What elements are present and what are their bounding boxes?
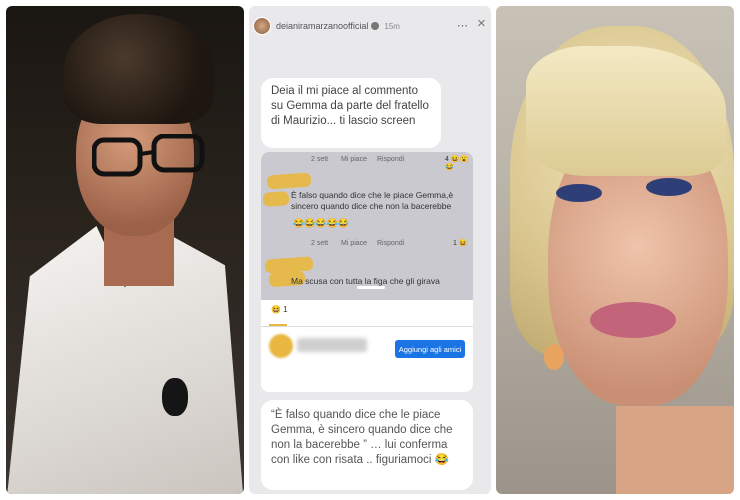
neck xyxy=(616,406,734,494)
glasses-icon xyxy=(92,134,205,177)
story-header: deianiramarzanoofficial 15m xyxy=(249,6,491,46)
scroll-indicator[interactable] xyxy=(357,286,385,289)
comment-time: 2 sett xyxy=(311,240,329,247)
comment-text: È falso quando dice che le piace Gemma,è… xyxy=(291,190,454,211)
story-time: 15m xyxy=(384,21,400,31)
lips xyxy=(590,302,676,338)
add-friend-button[interactable]: Aggiungi agli amici xyxy=(395,340,465,358)
like-link[interactable]: Mi piace xyxy=(341,156,367,163)
reaction-badge: 4 😆😮😂 xyxy=(445,156,469,171)
blurred-avatar xyxy=(269,334,293,358)
reaction-count: 😆 1 xyxy=(271,305,288,314)
bangs xyxy=(526,46,726,176)
laugh-emojis: 😂😂😂😂😂 xyxy=(293,218,350,228)
story-caption-bottom: “È falso quando dice che le piace Gemma,… xyxy=(261,400,473,490)
reply-link[interactable]: Rispondi xyxy=(377,156,404,163)
comment-screenshot: 2 sett Mi piace Rispondi 4 😆😮😂 È falso q… xyxy=(261,152,473,392)
redaction-scribble xyxy=(262,191,290,207)
microphone-icon xyxy=(162,378,188,416)
divider xyxy=(261,326,473,327)
microphone-icon xyxy=(544,344,564,370)
story-username[interactable]: deianiramarzanoofficial xyxy=(276,21,368,31)
reply-link[interactable]: Rispondi xyxy=(377,240,404,247)
avatar[interactable] xyxy=(253,17,271,35)
left-photo-man xyxy=(6,6,244,494)
hair xyxy=(64,14,214,124)
verified-icon xyxy=(371,22,380,30)
reaction-badge: 1 😆 xyxy=(453,240,468,247)
instagram-story: deianiramarzanoofficial 15m ⋯ × Deia il … xyxy=(249,6,491,494)
right-photo-woman xyxy=(496,6,734,494)
blurred-name xyxy=(297,338,367,352)
like-link[interactable]: Mi piace xyxy=(341,240,367,247)
eye-icon xyxy=(556,184,602,202)
story-caption-top: Deia il mi piace al commento su Gemma da… xyxy=(261,78,441,148)
close-icon[interactable]: × xyxy=(477,15,486,32)
comment-time: 2 sett xyxy=(311,156,329,163)
more-options-icon[interactable]: ⋯ xyxy=(457,19,469,32)
eye-icon xyxy=(646,178,692,196)
